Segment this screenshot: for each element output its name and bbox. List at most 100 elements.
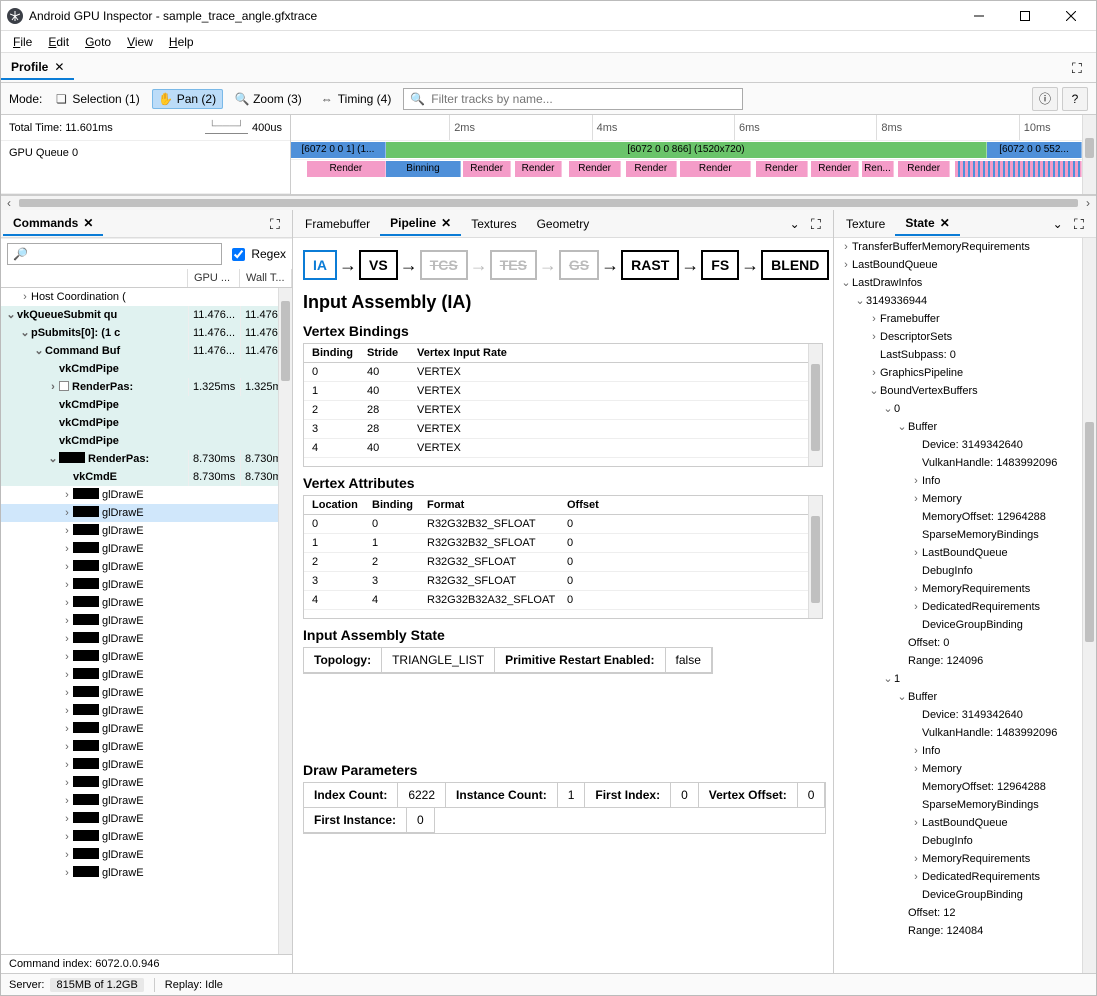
table-row[interactable]: 11R32G32B32_SFLOAT0 — [304, 534, 822, 553]
command-row[interactable]: ›glDrawE — [1, 576, 292, 594]
state-row[interactable]: MemoryOffset: 12964288 — [834, 778, 1096, 796]
state-row[interactable]: ⌄LastDrawInfos — [834, 274, 1096, 292]
tab-textures[interactable]: Textures — [461, 213, 526, 235]
timeline-block[interactable]: [6072 0 0 552... — [987, 142, 1082, 158]
column-header[interactable]: Offset — [559, 496, 799, 514]
state-row[interactable]: ⌄Buffer — [834, 418, 1096, 436]
mode-timing[interactable]: ⇔ Timing (4) — [314, 89, 398, 109]
server-memory[interactable]: 815MB of 1.2GB — [50, 978, 143, 992]
column-header[interactable]: Stride — [359, 344, 409, 362]
command-row[interactable]: ›glDrawE — [1, 792, 292, 810]
state-row[interactable]: ⌄1 — [834, 670, 1096, 688]
command-row[interactable]: ›glDrawE — [1, 540, 292, 558]
commands-tab[interactable]: Commands ✕ — [3, 212, 103, 236]
table-row[interactable]: 44R32G32B32A32_SFLOAT0 — [304, 591, 822, 610]
commands-scrollbar[interactable] — [278, 288, 292, 954]
timeline-block[interactable]: [6072 0 0 1] (1... — [291, 142, 386, 158]
state-row[interactable]: ›LastBoundQueue — [834, 814, 1096, 832]
close-button[interactable] — [1048, 1, 1094, 31]
state-tree[interactable]: ›TransferBufferMemoryRequirements›LastBo… — [834, 238, 1096, 973]
table-row[interactable]: 33R32G32_SFLOAT0 — [304, 572, 822, 591]
state-row[interactable]: ›Framebuffer — [834, 310, 1096, 328]
timeline-block[interactable]: Render — [626, 161, 677, 177]
state-row[interactable]: ›LastBoundQueue — [834, 256, 1096, 274]
stage-blend[interactable]: BLEND — [761, 250, 829, 280]
command-row[interactable]: vkCmdPipe — [1, 360, 292, 378]
timeline-block[interactable]: [6072 0 0 866] (1520x720) — [386, 142, 987, 158]
state-row[interactable]: Offset: 12 — [834, 904, 1096, 922]
command-row[interactable]: ⌄pSubmits[0]: (1 c11.476...11.476... — [1, 324, 292, 342]
command-row[interactable]: ›glDrawE — [1, 558, 292, 576]
profile-tab[interactable]: Profile ✕ — [1, 56, 74, 80]
timeline-block[interactable]: Render — [898, 161, 949, 177]
state-row[interactable]: Range: 124096 — [834, 652, 1096, 670]
column-header[interactable]: Binding — [304, 344, 359, 362]
command-row[interactable]: ›Host Coordination ( — [1, 288, 292, 306]
state-row[interactable]: ›DescriptorSets — [834, 328, 1096, 346]
maximize-button[interactable] — [1002, 1, 1048, 31]
state-row[interactable]: ⌄BoundVertexBuffers — [834, 382, 1096, 400]
command-row[interactable]: ⌄Command Buf11.476...11.476... — [1, 342, 292, 360]
command-row[interactable]: ›glDrawE — [1, 720, 292, 738]
expand-icon[interactable] — [1068, 61, 1096, 75]
menu-help[interactable]: Help — [161, 33, 202, 51]
expand-icon[interactable] — [811, 217, 825, 231]
table-row[interactable]: 22R32G32_SFLOAT0 — [304, 553, 822, 572]
commands-search[interactable]: 🔎 — [7, 243, 222, 265]
state-row[interactable]: ⌄0 — [834, 400, 1096, 418]
stage-rast[interactable]: RAST — [621, 250, 679, 280]
chevron-down-icon[interactable]: ⌄ — [1053, 217, 1063, 231]
state-row[interactable]: MemoryOffset: 12964288 — [834, 508, 1096, 526]
menu-goto[interactable]: Goto — [77, 33, 119, 51]
state-row[interactable]: Range: 124084 — [834, 922, 1096, 940]
scroll-right-icon[interactable]: › — [1080, 196, 1096, 210]
timeline-block[interactable]: Render — [680, 161, 751, 177]
state-row[interactable]: Offset: 0 — [834, 634, 1096, 652]
command-row[interactable]: vkCmdPipe — [1, 414, 292, 432]
command-row[interactable]: ›glDrawE — [1, 630, 292, 648]
tab-pipeline[interactable]: Pipeline ✕ — [380, 212, 461, 236]
state-row[interactable]: ›Memory — [834, 490, 1096, 508]
command-row[interactable]: vkCmdE8.730ms8.730ms — [1, 468, 292, 486]
state-row[interactable]: ›Info — [834, 742, 1096, 760]
table-row[interactable]: 040VERTEX — [304, 363, 822, 382]
minimize-button[interactable] — [956, 1, 1002, 31]
state-row[interactable]: DeviceGroupBinding — [834, 886, 1096, 904]
command-row[interactable]: ›glDrawE — [1, 486, 292, 504]
state-row[interactable]: Device: 3149342640 — [834, 706, 1096, 724]
command-row[interactable]: ›glDrawE — [1, 810, 292, 828]
command-row[interactable]: ›glDrawE — [1, 864, 292, 882]
command-row[interactable]: ›glDrawE — [1, 594, 292, 612]
tab-state[interactable]: State ✕ — [895, 212, 959, 236]
command-row[interactable]: ›glDrawE — [1, 684, 292, 702]
timeline-block[interactable]: Ren... — [862, 161, 894, 177]
command-row[interactable]: ›glDrawE — [1, 702, 292, 720]
close-icon[interactable]: ✕ — [54, 60, 64, 74]
column-header[interactable]: Format — [419, 496, 559, 514]
table-row[interactable]: 228VERTEX — [304, 401, 822, 420]
chevron-down-icon[interactable]: ⌄ — [790, 217, 800, 231]
menu-file[interactable]: File — [5, 33, 40, 51]
expand-icon[interactable] — [264, 217, 290, 231]
state-row[interactable]: LastSubpass: 0 — [834, 346, 1096, 364]
command-row[interactable]: ⌄vkQueueSubmit qu11.476...11.476... — [1, 306, 292, 324]
filter-input[interactable] — [429, 91, 736, 107]
timeline-tracks[interactable]: [6072 0 0 1] (1...[6072 0 0 866] (1520x7… — [291, 141, 1082, 194]
mode-zoom[interactable]: 🔍 Zoom (3) — [229, 89, 308, 109]
table-row[interactable]: 00R32G32B32_SFLOAT0 — [304, 515, 822, 534]
state-row[interactable]: ›MemoryRequirements — [834, 850, 1096, 868]
table-row[interactable]: 140VERTEX — [304, 382, 822, 401]
command-row[interactable]: ›glDrawE — [1, 828, 292, 846]
command-row[interactable]: ⌄RenderPas:8.730ms8.730ms — [1, 450, 292, 468]
state-row[interactable]: Device: 3149342640 — [834, 436, 1096, 454]
command-row[interactable]: ›glDrawE — [1, 648, 292, 666]
stage-fs[interactable]: FS — [701, 250, 739, 280]
gpu-queue-row[interactable]: GPU Queue 0 — [1, 141, 290, 194]
timeline-ruler[interactable]: 2ms4ms6ms8ms10ms — [291, 115, 1082, 141]
regex-checkbox[interactable]: Regex — [228, 245, 286, 264]
state-row[interactable]: ›GraphicsPipeline — [834, 364, 1096, 382]
command-row[interactable]: ›glDrawE — [1, 504, 292, 522]
timeline-block[interactable]: Render — [811, 161, 858, 177]
command-row[interactable]: ›glDrawE — [1, 774, 292, 792]
tab-framebuffer[interactable]: Framebuffer — [295, 213, 380, 235]
